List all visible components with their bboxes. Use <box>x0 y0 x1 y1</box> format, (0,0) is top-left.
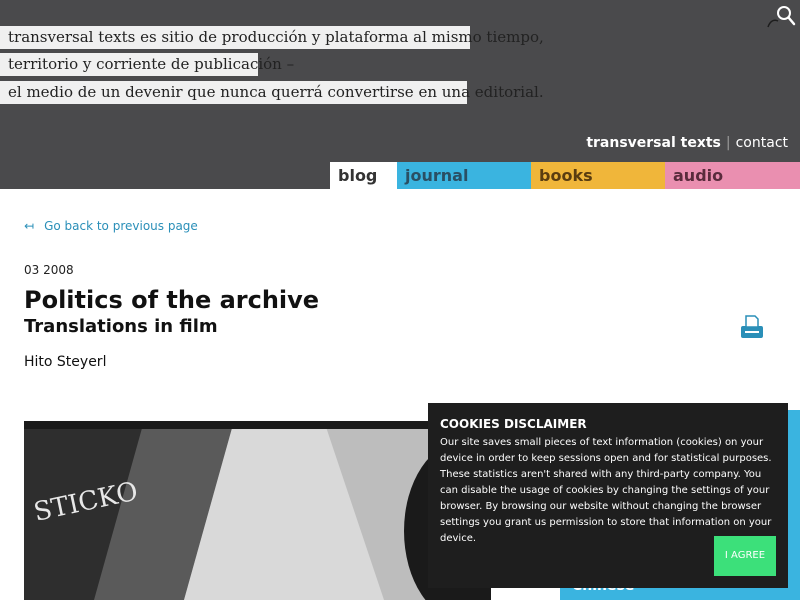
print-icon <box>741 315 763 338</box>
link-separator: | <box>725 135 731 151</box>
nav-tab-audio[interactable]: audio <box>665 162 800 189</box>
back-arrow-icon: ↤ <box>24 219 35 233</box>
article-title: Politics of the archive <box>24 286 320 314</box>
back-link[interactable]: ↤ Go back to previous page <box>24 219 198 233</box>
search-icon <box>767 6 796 28</box>
cookie-title: COOKIES DISCLAIMER <box>440 417 587 431</box>
brand-link[interactable]: transversal texts <box>586 135 721 151</box>
site-header: transversal texts es sitio de producción… <box>0 0 800 189</box>
nav-tab-journal[interactable]: journal <box>397 162 531 189</box>
tagline-line-1: transversal texts es sitio de producción… <box>0 26 544 49</box>
tagline-line-2: territorio y corriente de publicación – <box>0 53 294 76</box>
print-button[interactable] <box>740 314 764 339</box>
main-nav: blog journal books audio <box>330 162 800 189</box>
article-film-still: STICKO <box>24 421 491 600</box>
contact-link[interactable]: contact <box>736 135 788 151</box>
tagline-line-3: el medio de un devenir que nunca querrá … <box>0 81 544 104</box>
article-author[interactable]: Hito Steyerl <box>24 354 106 370</box>
film-still-image: STICKO <box>24 421 491 600</box>
back-link-label: Go back to previous page <box>44 219 198 233</box>
article-date: 03 2008 <box>24 263 74 277</box>
nav-tab-blog[interactable]: blog <box>330 162 397 189</box>
article-subtitle: Translations in film <box>24 316 218 337</box>
agree-button[interactable]: I AGREE <box>714 536 776 576</box>
search-button[interactable] <box>766 3 796 29</box>
cookie-disclaimer: COOKIES DISCLAIMER Our site saves small … <box>428 403 788 588</box>
top-links: transversal texts | contact <box>586 135 788 151</box>
nav-tab-books[interactable]: books <box>531 162 665 189</box>
cookie-text: Our site saves small pieces of text info… <box>440 437 772 544</box>
